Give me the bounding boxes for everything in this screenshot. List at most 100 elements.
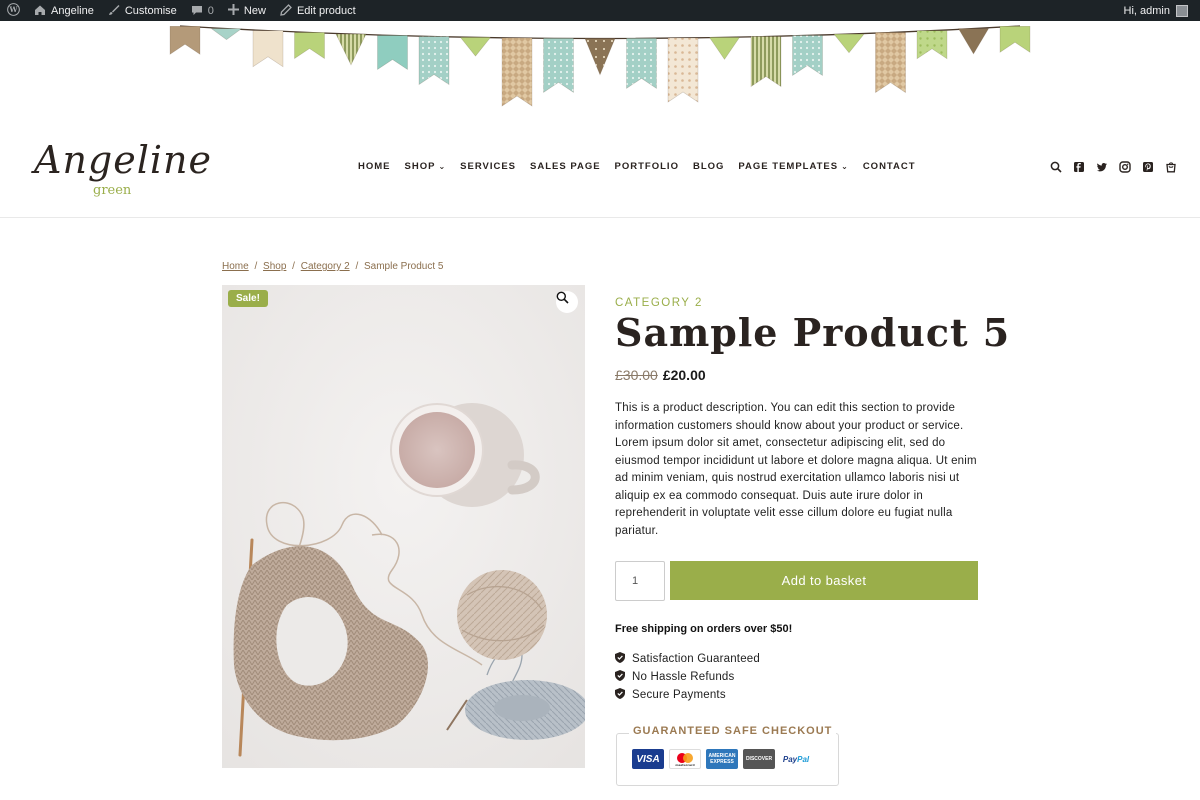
breadcrumb-separator: /: [292, 261, 295, 272]
product-description: This is a product description. You can e…: [615, 402, 977, 537]
instagram-icon[interactable]: [1119, 160, 1131, 174]
customise-label: Customise: [124, 4, 177, 17]
wordpress-icon: W: [7, 2, 20, 19]
shield-check-icon: [615, 652, 625, 666]
bunting-flag: [667, 37, 699, 103]
bunting-flag: [252, 30, 284, 68]
bunting-flag: [543, 38, 574, 93]
paypal-icon: Pay Pal: [780, 749, 812, 769]
bunting-flag: [792, 35, 823, 77]
benefit-label: No Hassle Refunds: [632, 671, 735, 683]
facebook-icon[interactable]: [1073, 160, 1085, 174]
bunting-flag: [833, 33, 865, 54]
svg-text:W: W: [8, 5, 18, 14]
paypal-part2: Pal: [797, 754, 810, 764]
bunting-flag: [459, 37, 492, 57]
visa-icon: VISA: [632, 749, 664, 769]
breadcrumb-separator: /: [254, 261, 258, 272]
pencil-icon: [280, 3, 292, 18]
product-image[interactable]: Sale!: [222, 285, 585, 768]
breadcrumb-shop-link[interactable]: Shop: [263, 261, 286, 272]
bunting-banner-image: [169, 25, 1031, 107]
header-actions: [1050, 160, 1177, 174]
nav-item-home[interactable]: HOME: [358, 161, 391, 172]
breadcrumb: Home / Shop / Category 2 / Sample Produc…: [222, 261, 444, 272]
list-item: Satisfaction Guaranteed: [615, 650, 760, 668]
new-label: New: [243, 4, 266, 17]
breadcrumb-category-link[interactable]: Category 2: [301, 261, 350, 272]
my-account-menu[interactable]: Hi, admin: [1124, 4, 1200, 17]
bunting-flag: [875, 32, 906, 94]
nav-item-shop[interactable]: SHOP ⌄: [405, 161, 447, 172]
bunting-flag: [626, 38, 657, 89]
chevron-down-icon: ⌄: [438, 162, 447, 171]
shield-check-icon: [615, 688, 625, 702]
comment-icon: [191, 4, 203, 18]
bunting-flag: [294, 32, 325, 60]
safe-checkout-box: GUARANTEED SAFE CHECKOUT VISA mastercard…: [616, 725, 839, 786]
list-item: Secure Payments: [615, 686, 760, 704]
search-icon[interactable]: [1050, 160, 1062, 174]
chevron-down-icon: ⌄: [841, 162, 849, 171]
bunting-flag: [708, 37, 741, 60]
payment-cards: VISA mastercard AMERICAN EXPRESS DISCOVER…: [632, 749, 812, 769]
edit-product-link[interactable]: Edit product: [273, 0, 363, 21]
mastercard-icon: mastercard: [669, 749, 701, 769]
bunting-flag: [999, 25, 1031, 53]
site-name-label: Angeline: [51, 4, 94, 17]
new-content-link[interactable]: New: [221, 0, 273, 21]
comments-link[interactable]: 0: [184, 0, 221, 21]
nav-item-sales-page[interactable]: SALES PAGE: [530, 161, 601, 172]
amex-line2: EXPRESS: [710, 759, 734, 765]
wordpress-logo-button[interactable]: W: [0, 0, 27, 21]
nav-item-page-templates[interactable]: PAGE TEMPLATES ⌄: [738, 161, 848, 172]
bunting-flag: [957, 28, 990, 55]
shipping-notice: Free shipping on orders over $50!: [615, 623, 793, 635]
logo-wordmark: Angeline: [34, 138, 212, 182]
nav-label: SHOP: [404, 161, 436, 172]
sale-badge: Sale!: [228, 290, 268, 307]
shield-check-icon: [615, 670, 625, 684]
site-logo[interactable]: Angeline green: [34, 138, 211, 202]
bunting-flag: [501, 37, 533, 107]
breadcrumb-home-link[interactable]: Home: [222, 261, 249, 272]
logo-tagline: green: [93, 183, 132, 198]
home-icon: [34, 4, 46, 18]
amex-icon: AMERICAN EXPRESS: [706, 749, 738, 769]
product-price: £30.00 £20.00: [615, 367, 706, 383]
bunting-flag: [418, 36, 450, 86]
nav-item-services[interactable]: SERVICES: [460, 161, 516, 172]
list-item: No Hassle Refunds: [615, 668, 760, 686]
pinterest-icon[interactable]: [1142, 160, 1154, 174]
breadcrumb-current: Sample Product 5: [364, 261, 444, 272]
nav-item-portfolio[interactable]: PORTFOLIO: [615, 161, 679, 172]
breadcrumb-separator: /: [355, 261, 359, 272]
benefits-list: Satisfaction Guaranteed No Hassle Refund…: [615, 650, 760, 704]
benefit-label: Secure Payments: [632, 689, 726, 701]
nav-label: SALES PAGE: [530, 161, 601, 172]
bunting-flag: [377, 35, 408, 71]
customise-link[interactable]: Customise: [101, 0, 184, 21]
nav-label: CONTACT: [862, 161, 916, 172]
nav-label: PAGE TEMPLATES: [738, 161, 839, 172]
nav-item-blog[interactable]: BLOG: [693, 161, 724, 172]
nav-label: HOME: [358, 161, 391, 172]
benefit-label: Satisfaction Guaranteed: [632, 653, 760, 665]
safe-checkout-title: GUARANTEED SAFE CHECKOUT: [629, 725, 837, 737]
quantity-input[interactable]: [615, 561, 665, 601]
paypal-part1: Pay: [782, 754, 798, 764]
product-title: Sample Product 5: [615, 310, 1011, 355]
zoom-button[interactable]: [556, 291, 578, 313]
mastercard-label: mastercard: [675, 763, 694, 767]
add-to-basket-button[interactable]: Add to basket: [670, 561, 978, 600]
plus-icon: [227, 4, 239, 17]
twitter-icon[interactable]: [1096, 160, 1108, 174]
site-name-link[interactable]: Angeline: [27, 0, 101, 21]
cart-icon[interactable]: [1165, 160, 1177, 174]
avatar: [1176, 4, 1188, 17]
product-category-link[interactable]: CATEGORY 2: [615, 297, 703, 309]
nav-item-contact[interactable]: CONTACT: [863, 161, 916, 172]
nav-label: PORTFOLIO: [614, 161, 679, 172]
sale-price: £20.00: [662, 367, 706, 383]
bunting-flag: [169, 25, 201, 55]
